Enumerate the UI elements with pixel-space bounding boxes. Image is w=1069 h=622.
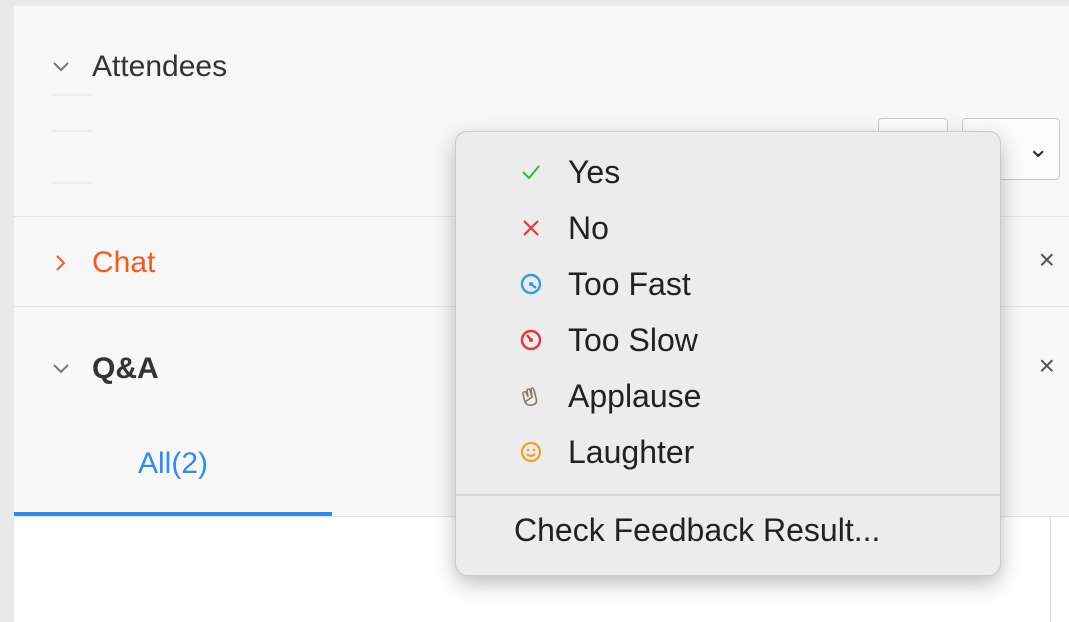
chevron-down-icon <box>53 62 69 72</box>
menu-item-too-slow[interactable]: Too Slow <box>456 312 1000 368</box>
tab-all[interactable]: All(2) <box>14 412 332 516</box>
menu-item-laughter[interactable]: Laughter <box>456 424 1000 480</box>
chevron-down-icon <box>53 364 69 374</box>
attendee-placeholder <box>28 86 100 198</box>
smile-icon <box>518 439 544 465</box>
chat-title: Chat <box>92 246 156 279</box>
menu-item-label: Laughter <box>568 433 695 470</box>
check-feedback-result-item[interactable]: Check Feedback Result... <box>514 512 880 549</box>
attendees-section-header[interactable]: Attendees <box>14 42 1069 92</box>
menu-item-label: Applause <box>568 377 702 414</box>
chevron-right-icon <box>56 255 66 271</box>
menu-item-label: Yes <box>568 153 621 190</box>
menu-item-label: Too Slow <box>568 321 698 358</box>
chat-close-icon[interactable]: × <box>1039 246 1055 274</box>
x-icon <box>518 215 544 241</box>
dropdown-chevron-icon: ⌄ <box>1027 133 1049 163</box>
speed-slow-icon <box>518 327 544 353</box>
check-icon <box>518 159 544 185</box>
menu-item-label: No <box>568 209 609 246</box>
attendees-title: Attendees <box>92 50 228 83</box>
content-scroll-edge <box>1050 516 1051 622</box>
feedback-menu: Yes No Too Fast Too Slow Applause Laught… <box>455 131 1001 576</box>
menu-item-yes[interactable]: Yes <box>456 144 1000 200</box>
menu-item-too-fast[interactable]: Too Fast <box>456 256 1000 312</box>
menu-item-label: Too Fast <box>568 265 691 302</box>
menu-item-no[interactable]: No <box>456 200 1000 256</box>
clap-icon <box>518 383 544 409</box>
speed-fast-icon <box>518 271 544 297</box>
qa-title: Q&A <box>92 352 159 385</box>
qa-close-icon[interactable]: × <box>1039 352 1055 380</box>
menu-separator <box>456 494 1000 496</box>
menu-item-applause[interactable]: Applause <box>456 368 1000 424</box>
